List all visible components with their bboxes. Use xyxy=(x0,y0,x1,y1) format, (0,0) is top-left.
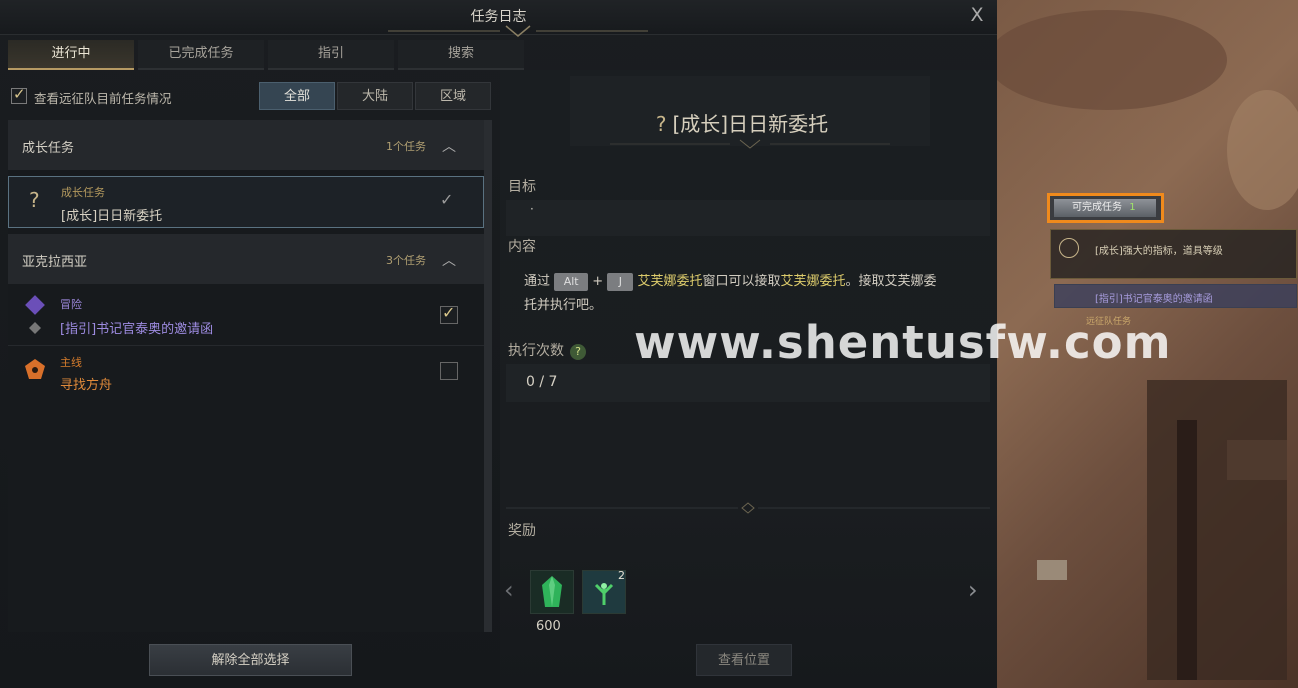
group-header-growth[interactable]: 成长任务 1个任务 ︿ xyxy=(8,120,484,170)
chevron-up-icon[interactable]: ︿ xyxy=(442,250,456,270)
track-checkbox[interactable] xyxy=(440,362,458,380)
chevron-left-icon[interactable]: ‹ xyxy=(504,576,514,604)
available-quest-button[interactable]: 可完成任务 1 xyxy=(1047,193,1164,223)
filter-row: 查看远征队目前任务情况 全部 大陆 区域 xyxy=(8,82,492,110)
tracker-icon xyxy=(1059,238,1079,258)
title-bar[interactable]: 任务日志 xyxy=(0,0,997,37)
quest-item-adventure[interactable]: 冒险 [指引]书记官泰奥的邀请函 xyxy=(8,290,484,344)
tab-completed[interactable]: 已完成任务 xyxy=(138,40,264,70)
alt-key-icon: Alt xyxy=(554,272,589,291)
section-divider xyxy=(506,502,990,514)
reward-label: 奖励 xyxy=(508,523,536,539)
reward-badge: 2 xyxy=(618,569,625,582)
question-mark-icon: ? xyxy=(29,188,40,212)
tab-bar: 进行中 已完成任务 指引 搜索 xyxy=(8,40,524,70)
quest-title-text: [成长]日日新委托 xyxy=(672,112,829,136)
goal-value: · xyxy=(530,202,534,216)
filter-all[interactable]: 全部 xyxy=(259,82,335,110)
exec-count-value: 0 / 7 xyxy=(526,374,558,390)
group-title: 亚克拉西亚 xyxy=(22,255,88,270)
tab-search[interactable]: 搜索 xyxy=(398,40,524,70)
group-count: 1个任务 xyxy=(386,140,426,153)
check-icon[interactable] xyxy=(439,190,457,212)
title-ornament xyxy=(388,25,648,37)
quest-tracker-2[interactable]: [指引]书记官泰奥的邀请函 xyxy=(1054,284,1297,308)
goal-label: 目标 xyxy=(508,179,536,195)
adventure-diamond-icon xyxy=(25,295,45,334)
help-icon[interactable]: ? xyxy=(570,344,586,360)
goal-row: · xyxy=(506,200,990,236)
group-header-arkesia[interactable]: 亚克拉西亚 3个任务 ︿ xyxy=(8,234,484,284)
window-title: 任务日志 xyxy=(470,9,527,25)
available-quest-count: 1 xyxy=(1129,202,1136,213)
filter-region[interactable]: 区域 xyxy=(415,82,491,110)
green-crystal-icon xyxy=(542,576,562,607)
filter-continent[interactable]: 大陆 xyxy=(337,82,413,110)
clear-all-selection-button[interactable]: 解除全部选择 xyxy=(149,644,352,676)
chevron-right-icon[interactable]: › xyxy=(968,576,978,604)
scrollbar-thumb[interactable] xyxy=(484,120,492,632)
chevron-up-icon[interactable]: ︿ xyxy=(442,136,456,156)
quest-category: 主线 xyxy=(60,356,82,369)
quest-title: ? [成长]日日新委托 xyxy=(500,108,984,137)
quest-item-growth-daily[interactable]: ? 成长任务 [成长]日日新委托 xyxy=(8,176,484,228)
expedition-checkbox-label: 查看远征队目前任务情况 xyxy=(34,91,172,106)
tracker-1-text: [成长]强大的指标，道具等级 xyxy=(1095,246,1223,257)
tab-in-progress[interactable]: 进行中 xyxy=(8,40,134,70)
exec-count-row xyxy=(506,364,990,402)
quest-detail-pane: ? [成长]日日新委托 目标 · 内容 通过 Alt + J 艾芙娜委托窗口可以接… xyxy=(500,70,997,688)
quest-description: 通过 Alt + J 艾芙娜委托窗口可以接取艾芙娜委托。接取艾芙娜委托并执行吧。 xyxy=(524,272,937,313)
list-scrollbar[interactable] xyxy=(484,120,492,632)
main-quest-icon xyxy=(25,359,45,379)
reward-green-plant[interactable]: 2 xyxy=(582,569,626,614)
reward-amount: 600 xyxy=(536,619,561,634)
tracker-2-text: [指引]书记官泰奥的邀请函 xyxy=(1095,294,1213,305)
j-key-icon: J xyxy=(607,272,634,291)
quest-category: 成长任务 xyxy=(61,186,105,199)
question-mark-icon: ? xyxy=(655,112,667,136)
quest-tracker-1[interactable]: [成长]强大的指标，道具等级 xyxy=(1050,229,1297,279)
track-checkbox[interactable] xyxy=(440,303,458,324)
divider xyxy=(8,345,484,346)
quest-name: 寻找方舟 xyxy=(60,378,113,393)
reward-green-crystal[interactable] xyxy=(530,570,574,614)
quest-list: 成长任务 1个任务 ︿ ? 成长任务 [成长]日日新委托 亚克拉西亚 3个任务 … xyxy=(8,120,484,632)
quest-name: [指引]书记官泰奥的邀请函 xyxy=(60,322,214,337)
expedition-checkbox[interactable] xyxy=(11,85,27,104)
group-count: 3个任务 xyxy=(386,254,426,267)
quest-name: [成长]日日新委托 xyxy=(61,209,163,224)
group-title: 成长任务 xyxy=(22,141,75,156)
quest-item-main[interactable]: 主线 寻找方舟 xyxy=(8,348,484,393)
available-quest-label: 可完成任务 xyxy=(1072,202,1122,213)
tab-guide[interactable]: 指引 xyxy=(268,40,394,70)
close-button[interactable]: X xyxy=(966,3,988,27)
quest-category: 冒险 xyxy=(60,298,82,311)
watermark: www.shentusfw.com xyxy=(634,316,1172,369)
exec-count-label: 执行次数? xyxy=(508,340,586,360)
content-label: 内容 xyxy=(508,239,536,255)
view-location-button[interactable]: 查看位置 xyxy=(696,644,792,676)
